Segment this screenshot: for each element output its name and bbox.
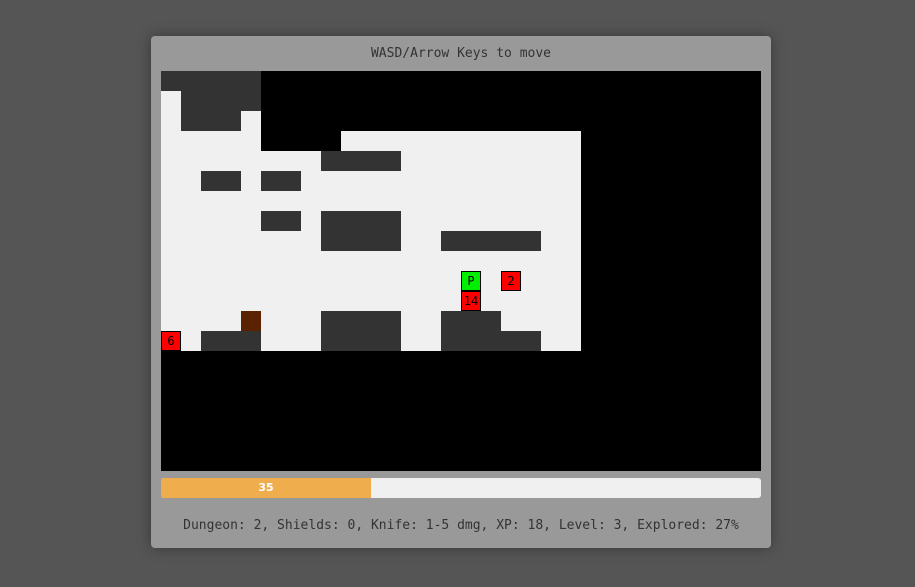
floor-tile — [261, 131, 321, 351]
unexplored-area — [261, 131, 341, 151]
wall-tile — [201, 331, 261, 351]
unexplored-area — [261, 71, 761, 131]
wall-tile — [201, 171, 241, 191]
wall-tile — [321, 151, 401, 171]
health-value: 35 — [258, 481, 274, 494]
wall-tile — [181, 91, 261, 111]
weapon-marker — [241, 311, 261, 331]
enemy-marker: 14 — [461, 291, 481, 311]
dungeon-board[interactable]: P 2 14 6 — [161, 71, 761, 471]
wall-tile — [441, 231, 541, 251]
floor-tile — [161, 91, 181, 351]
floor-tile — [241, 111, 261, 131]
player-marker: P — [461, 271, 481, 291]
health-bar: 35 — [161, 478, 761, 498]
wall-tile — [261, 171, 301, 191]
enemy-marker: 6 — [161, 331, 181, 351]
unexplored-area — [581, 131, 761, 351]
wall-tile — [261, 211, 301, 231]
wall-tile — [321, 211, 401, 251]
wall-tile — [181, 111, 241, 131]
instructions-title: WASD/Arrow Keys to move — [370, 46, 551, 61]
game-window: WASD/Arrow Keys to move P 2 14 6 35 Dungeon… — [151, 36, 771, 548]
enemy-marker: 2 — [501, 271, 521, 291]
unexplored-area — [161, 351, 761, 471]
status-line: Dungeon: 2, Shields: 0, Knife: 1-5 dmg, … — [183, 518, 739, 533]
wall-tile — [161, 71, 261, 91]
